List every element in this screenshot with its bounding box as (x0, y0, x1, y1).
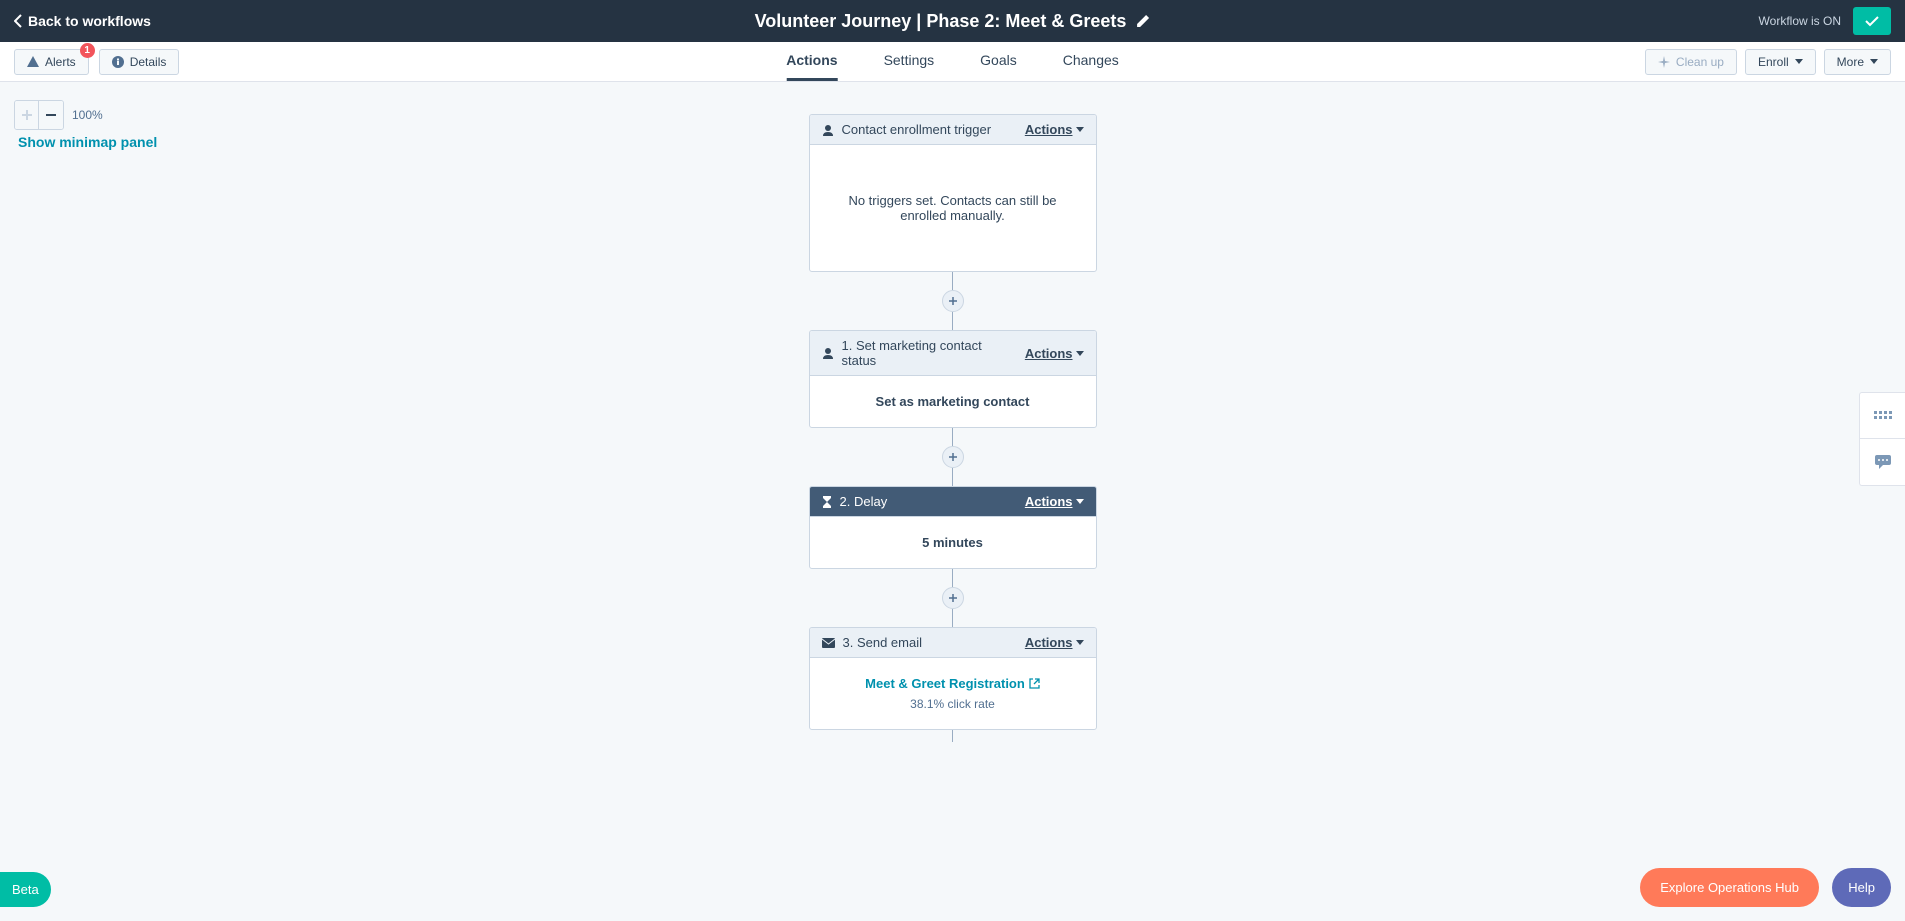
plus-icon (948, 452, 958, 462)
tabs: Actions Settings Goals Changes (786, 42, 1119, 81)
plus-icon (22, 110, 32, 120)
step1-header: 1. Set marketing contact status Actions (810, 331, 1096, 376)
trigger-card-header: Contact enrollment trigger Actions (810, 115, 1096, 145)
step2-actions-menu[interactable]: Actions (1025, 494, 1084, 509)
caret-down-icon (1870, 59, 1878, 64)
caret-down-icon (1076, 640, 1084, 645)
zoom-level: 100% (72, 108, 103, 122)
pencil-icon (1136, 14, 1150, 28)
explore-operations-hub-button[interactable]: Explore Operations Hub (1640, 868, 1819, 907)
more-label: More (1837, 55, 1864, 69)
trigger-card[interactable]: Contact enrollment trigger Actions No tr… (809, 114, 1097, 272)
connector (952, 312, 953, 330)
app-header: Back to workflows Volunteer Journey | Ph… (0, 0, 1905, 42)
tab-settings[interactable]: Settings (884, 42, 935, 81)
zoom-out-button[interactable] (39, 101, 63, 129)
details-button[interactable]: Details (99, 49, 180, 75)
cleanup-button[interactable]: Clean up (1645, 49, 1737, 75)
grid-icon (1874, 411, 1892, 421)
contact-icon (822, 347, 834, 359)
info-icon (112, 56, 124, 68)
check-icon (1865, 15, 1879, 27)
comment-icon (1875, 455, 1891, 469)
step2-card[interactable]: 2. Delay Actions 5 minutes (809, 486, 1097, 569)
zoom-in-button[interactable] (15, 101, 39, 129)
external-link-icon (1029, 678, 1040, 689)
header-right: Workflow is ON (1759, 7, 1891, 35)
step1-title: 1. Set marketing contact status (842, 338, 1017, 368)
header-title-group: Volunteer Journey | Phase 2: Meet & Gree… (755, 11, 1151, 32)
cleanup-label: Clean up (1676, 55, 1724, 69)
subheader-left: Alerts 1 Details (14, 49, 179, 75)
connector (952, 609, 953, 627)
workflow-flow: Contact enrollment trigger Actions No tr… (809, 114, 1097, 742)
tab-actions[interactable]: Actions (786, 42, 837, 81)
step2-body: 5 minutes (810, 517, 1096, 568)
envelope-icon (822, 638, 835, 648)
trigger-title: Contact enrollment trigger (842, 122, 1017, 137)
alerts-badge: 1 (80, 43, 95, 58)
step3-actions-menu[interactable]: Actions (1025, 635, 1084, 650)
alerts-button[interactable]: Alerts 1 (14, 49, 89, 75)
step3-header: 3. Send email Actions (810, 628, 1096, 658)
plus-icon (948, 296, 958, 306)
right-rail (1859, 392, 1905, 486)
subheader: Alerts 1 Details Actions Settings Goals … (0, 42, 1905, 82)
chevron-left-icon (14, 14, 22, 28)
click-rate: 38.1% click rate (826, 697, 1080, 711)
subheader-right: Clean up Enroll More (1645, 49, 1891, 75)
details-label: Details (130, 55, 167, 69)
warning-icon (27, 56, 39, 67)
more-button[interactable]: More (1824, 49, 1891, 75)
workflow-canvas[interactable]: 100% Show minimap panel Contact enrollme… (0, 82, 1905, 921)
tab-changes[interactable]: Changes (1063, 42, 1119, 81)
help-button[interactable]: Help (1832, 868, 1891, 907)
caret-down-icon (1076, 127, 1084, 132)
edit-title-button[interactable] (1136, 14, 1150, 28)
step1-body: Set as marketing contact (810, 376, 1096, 427)
plus-icon (948, 593, 958, 603)
trigger-actions-menu[interactable]: Actions (1025, 122, 1084, 137)
comments-button[interactable] (1860, 439, 1905, 485)
workflow-on-toggle[interactable] (1853, 7, 1891, 35)
tab-goals[interactable]: Goals (980, 42, 1017, 81)
add-step-button[interactable] (942, 587, 964, 609)
workflow-title: Volunteer Journey | Phase 2: Meet & Gree… (755, 11, 1127, 32)
zoom-controls: 100% (14, 100, 103, 130)
beta-button[interactable]: Beta (0, 872, 51, 907)
workflow-status: Workflow is ON (1759, 14, 1841, 28)
connector (952, 428, 953, 446)
connector (952, 468, 953, 486)
email-link[interactable]: Meet & Greet Registration (865, 676, 1040, 691)
step2-title: 2. Delay (840, 494, 1017, 509)
caret-down-icon (1076, 351, 1084, 356)
alerts-label: Alerts (45, 55, 76, 69)
back-to-workflows-link[interactable]: Back to workflows (14, 13, 151, 29)
caret-down-icon (1795, 59, 1803, 64)
step3-title: 3. Send email (843, 635, 1017, 650)
step3-body: Meet & Greet Registration 38.1% click ra… (810, 658, 1096, 729)
back-label: Back to workflows (28, 13, 151, 29)
caret-down-icon (1076, 499, 1084, 504)
add-step-button[interactable] (942, 446, 964, 468)
zoom-buttons (14, 100, 64, 130)
show-minimap-link[interactable]: Show minimap panel (18, 134, 157, 150)
step2-header: 2. Delay Actions (810, 487, 1096, 517)
enroll-button[interactable]: Enroll (1745, 49, 1816, 75)
trigger-body: No triggers set. Contacts can still be e… (810, 145, 1096, 271)
enroll-label: Enroll (1758, 55, 1789, 69)
contact-icon (822, 124, 834, 136)
hourglass-icon (822, 496, 832, 508)
step1-card[interactable]: 1. Set marketing contact status Actions … (809, 330, 1097, 428)
minimap-toggle-button[interactable] (1860, 393, 1905, 439)
connector (952, 272, 953, 290)
minus-icon (46, 110, 56, 120)
add-step-button[interactable] (942, 290, 964, 312)
step1-actions-menu[interactable]: Actions (1025, 346, 1084, 361)
sparkle-icon (1658, 56, 1670, 68)
step3-card[interactable]: 3. Send email Actions Meet & Greet Regis… (809, 627, 1097, 730)
connector (952, 569, 953, 587)
connector (952, 730, 953, 742)
